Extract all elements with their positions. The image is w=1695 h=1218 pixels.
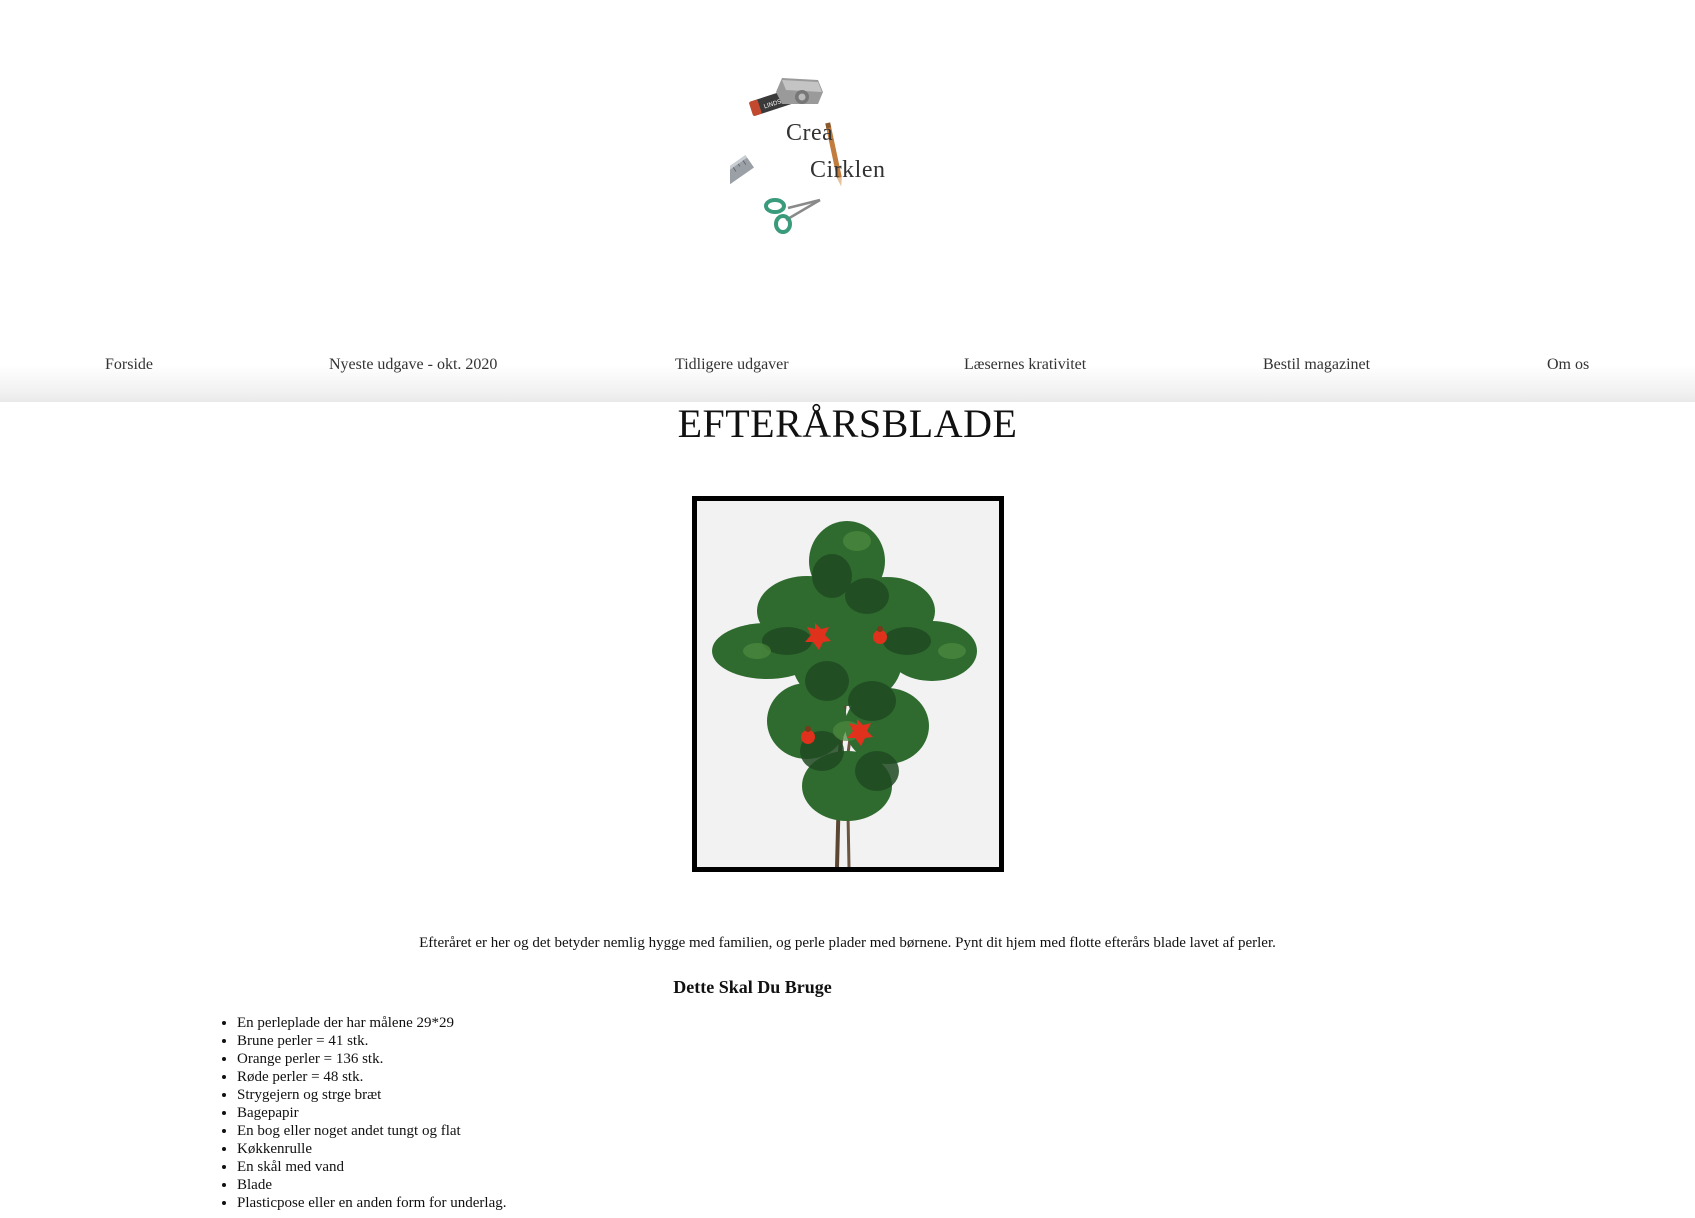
list-item: Blade — [237, 1176, 507, 1194]
page: LINDSTRØM — [0, 0, 1695, 1218]
site-logo[interactable]: LINDSTRØM — [688, 70, 930, 260]
tape-dispenser-icon — [776, 78, 823, 104]
list-item: Orange perler = 136 stk. — [237, 1050, 507, 1068]
nav-item-bestil-magazinet[interactable]: Bestil magazinet — [1263, 356, 1370, 374]
logo-text-cirklen: Cirklen — [810, 157, 886, 183]
tree-photo-illustration — [697, 501, 999, 867]
list-item: Brune perler = 41 stk. — [237, 1032, 507, 1050]
scissors-icon — [764, 198, 821, 234]
list-item: Køkkenrulle — [237, 1140, 507, 1158]
supplies-list: En perleplade der har målene 29*29 Brune… — [222, 1014, 507, 1212]
article-photo — [692, 496, 1004, 872]
nav-item-laesernes-kreativitet[interactable]: Læsernes krativitet — [964, 356, 1086, 374]
supplies-heading: Dette Skal Du Bruge — [673, 977, 832, 997]
ruler-icon — [688, 155, 754, 208]
nav-item-om-os[interactable]: Om os — [1547, 356, 1589, 374]
list-item: En perleplade der har målene 29*29 — [237, 1014, 507, 1032]
list-item: Plasticpose eller en anden form for unde… — [237, 1194, 507, 1212]
logo-text-crea: Crea — [786, 120, 834, 146]
nav-item-nyeste-udgave[interactable]: Nyeste udgave - okt. 2020 — [329, 356, 497, 374]
intro-text: Efteråret er her og det betyder nemlig h… — [419, 935, 1276, 951]
nav-item-forside[interactable]: Forside — [105, 356, 153, 374]
page-title: EFTERÅRSBLADE — [677, 401, 1018, 446]
list-item: Bagepapir — [237, 1104, 507, 1122]
main-navigation: Forside Nyeste udgave - okt. 2020 Tidlig… — [0, 340, 1695, 402]
site-header: LINDSTRØM — [0, 0, 1695, 330]
nav-item-tidligere-udgaver[interactable]: Tidligere udgaver — [675, 356, 789, 374]
list-item: Strygejern og strge bræt — [237, 1086, 507, 1104]
list-item: En skål med vand — [237, 1158, 507, 1176]
list-item: Røde perler = 48 stk. — [237, 1068, 507, 1086]
list-item: En bog eller noget andet tungt og flat — [237, 1122, 507, 1140]
